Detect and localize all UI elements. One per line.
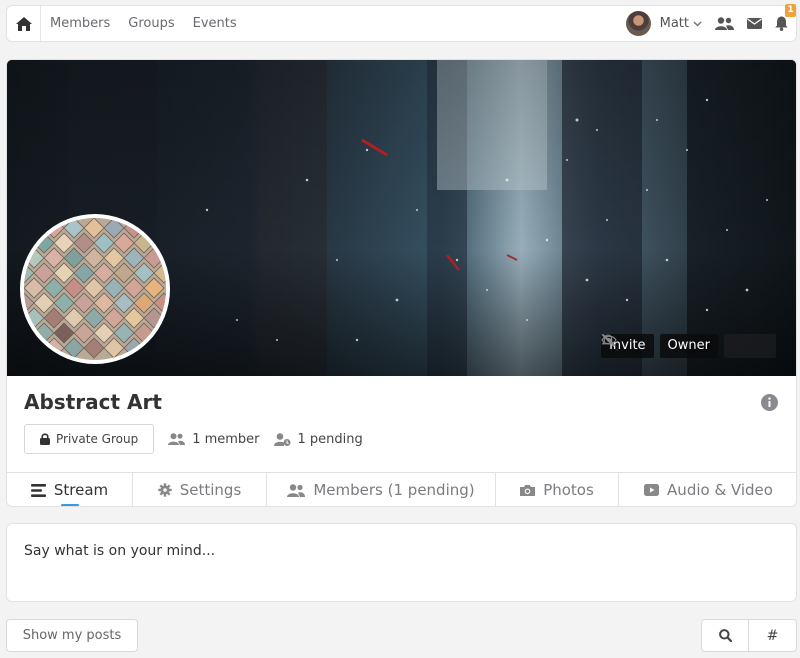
- stream-icon: [30, 483, 46, 497]
- group-tabs: Stream Settings Members (1 pending) Phot…: [7, 472, 796, 506]
- home-button[interactable]: [7, 6, 41, 41]
- info-icon[interactable]: [761, 394, 778, 411]
- privacy-button[interactable]: Private Group: [24, 424, 155, 454]
- member-count-label: 1 member: [192, 431, 260, 447]
- user-clock-icon: [273, 432, 291, 446]
- group-profile-image[interactable]: [20, 214, 170, 364]
- composer-placeholder[interactable]: Say what is on your mind...: [24, 543, 215, 559]
- notification-badge: 1: [785, 4, 796, 17]
- pending-count-label: 1 pending: [297, 431, 363, 447]
- messages-button[interactable]: [747, 18, 762, 29]
- search-button[interactable]: [701, 619, 749, 652]
- friends-button[interactable]: [715, 17, 734, 30]
- lock-icon: [40, 433, 50, 445]
- tab-photos[interactable]: Photos: [496, 473, 619, 506]
- group-header-card: Invite Owner Abstract Art Private Group …: [6, 59, 797, 507]
- tab-members[interactable]: Members (1 pending): [267, 473, 496, 506]
- user-name[interactable]: Matt: [660, 16, 689, 31]
- tab-settings[interactable]: Settings: [133, 473, 267, 506]
- nav-link-groups[interactable]: Groups: [128, 16, 174, 31]
- show-my-posts-button[interactable]: Show my posts: [6, 619, 138, 652]
- top-navbar: Members Groups Events Matt 1: [6, 4, 797, 42]
- chevron-down-icon[interactable]: [693, 20, 702, 27]
- tab-photos-label: Photos: [543, 481, 594, 499]
- member-count[interactable]: 1 member: [168, 431, 260, 447]
- nav-link-members[interactable]: Members: [50, 16, 110, 31]
- users-icon: [287, 483, 306, 497]
- nav-link-events[interactable]: Events: [193, 16, 237, 31]
- tab-stream[interactable]: Stream: [7, 473, 133, 506]
- tab-stream-label: Stream: [53, 481, 109, 499]
- tab-audio-video[interactable]: Audio & Video: [619, 473, 796, 506]
- owner-badge[interactable]: Owner: [659, 334, 718, 358]
- tab-members-label: Members (1 pending): [313, 481, 475, 499]
- envelope-icon: [747, 18, 762, 29]
- notifications-button[interactable]: 1: [775, 4, 796, 31]
- group-meta: Private Group 1 member 1 pending: [24, 424, 363, 454]
- tab-audio-video-label: Audio & Video: [667, 481, 773, 499]
- video-icon: [644, 484, 660, 496]
- visibility-controls[interactable]: [601, 334, 776, 358]
- bell-icon: [775, 16, 788, 31]
- home-icon: [15, 16, 32, 31]
- gear-icon: [158, 483, 172, 497]
- privacy-label: Private Group: [56, 432, 139, 446]
- tab-settings-label: Settings: [179, 481, 242, 499]
- camera-icon: [520, 485, 536, 496]
- bell-slash-icon[interactable]: [601, 334, 615, 347]
- user-avatar[interactable]: [625, 11, 651, 36]
- hashtag-button[interactable]: #: [748, 619, 797, 652]
- search-icon: [718, 629, 732, 642]
- users-icon: [715, 17, 734, 30]
- post-composer[interactable]: Say what is on your mind...: [6, 523, 797, 602]
- users-icon: [168, 433, 186, 445]
- group-title: Abstract Art: [24, 390, 162, 414]
- pending-count[interactable]: 1 pending: [273, 431, 363, 447]
